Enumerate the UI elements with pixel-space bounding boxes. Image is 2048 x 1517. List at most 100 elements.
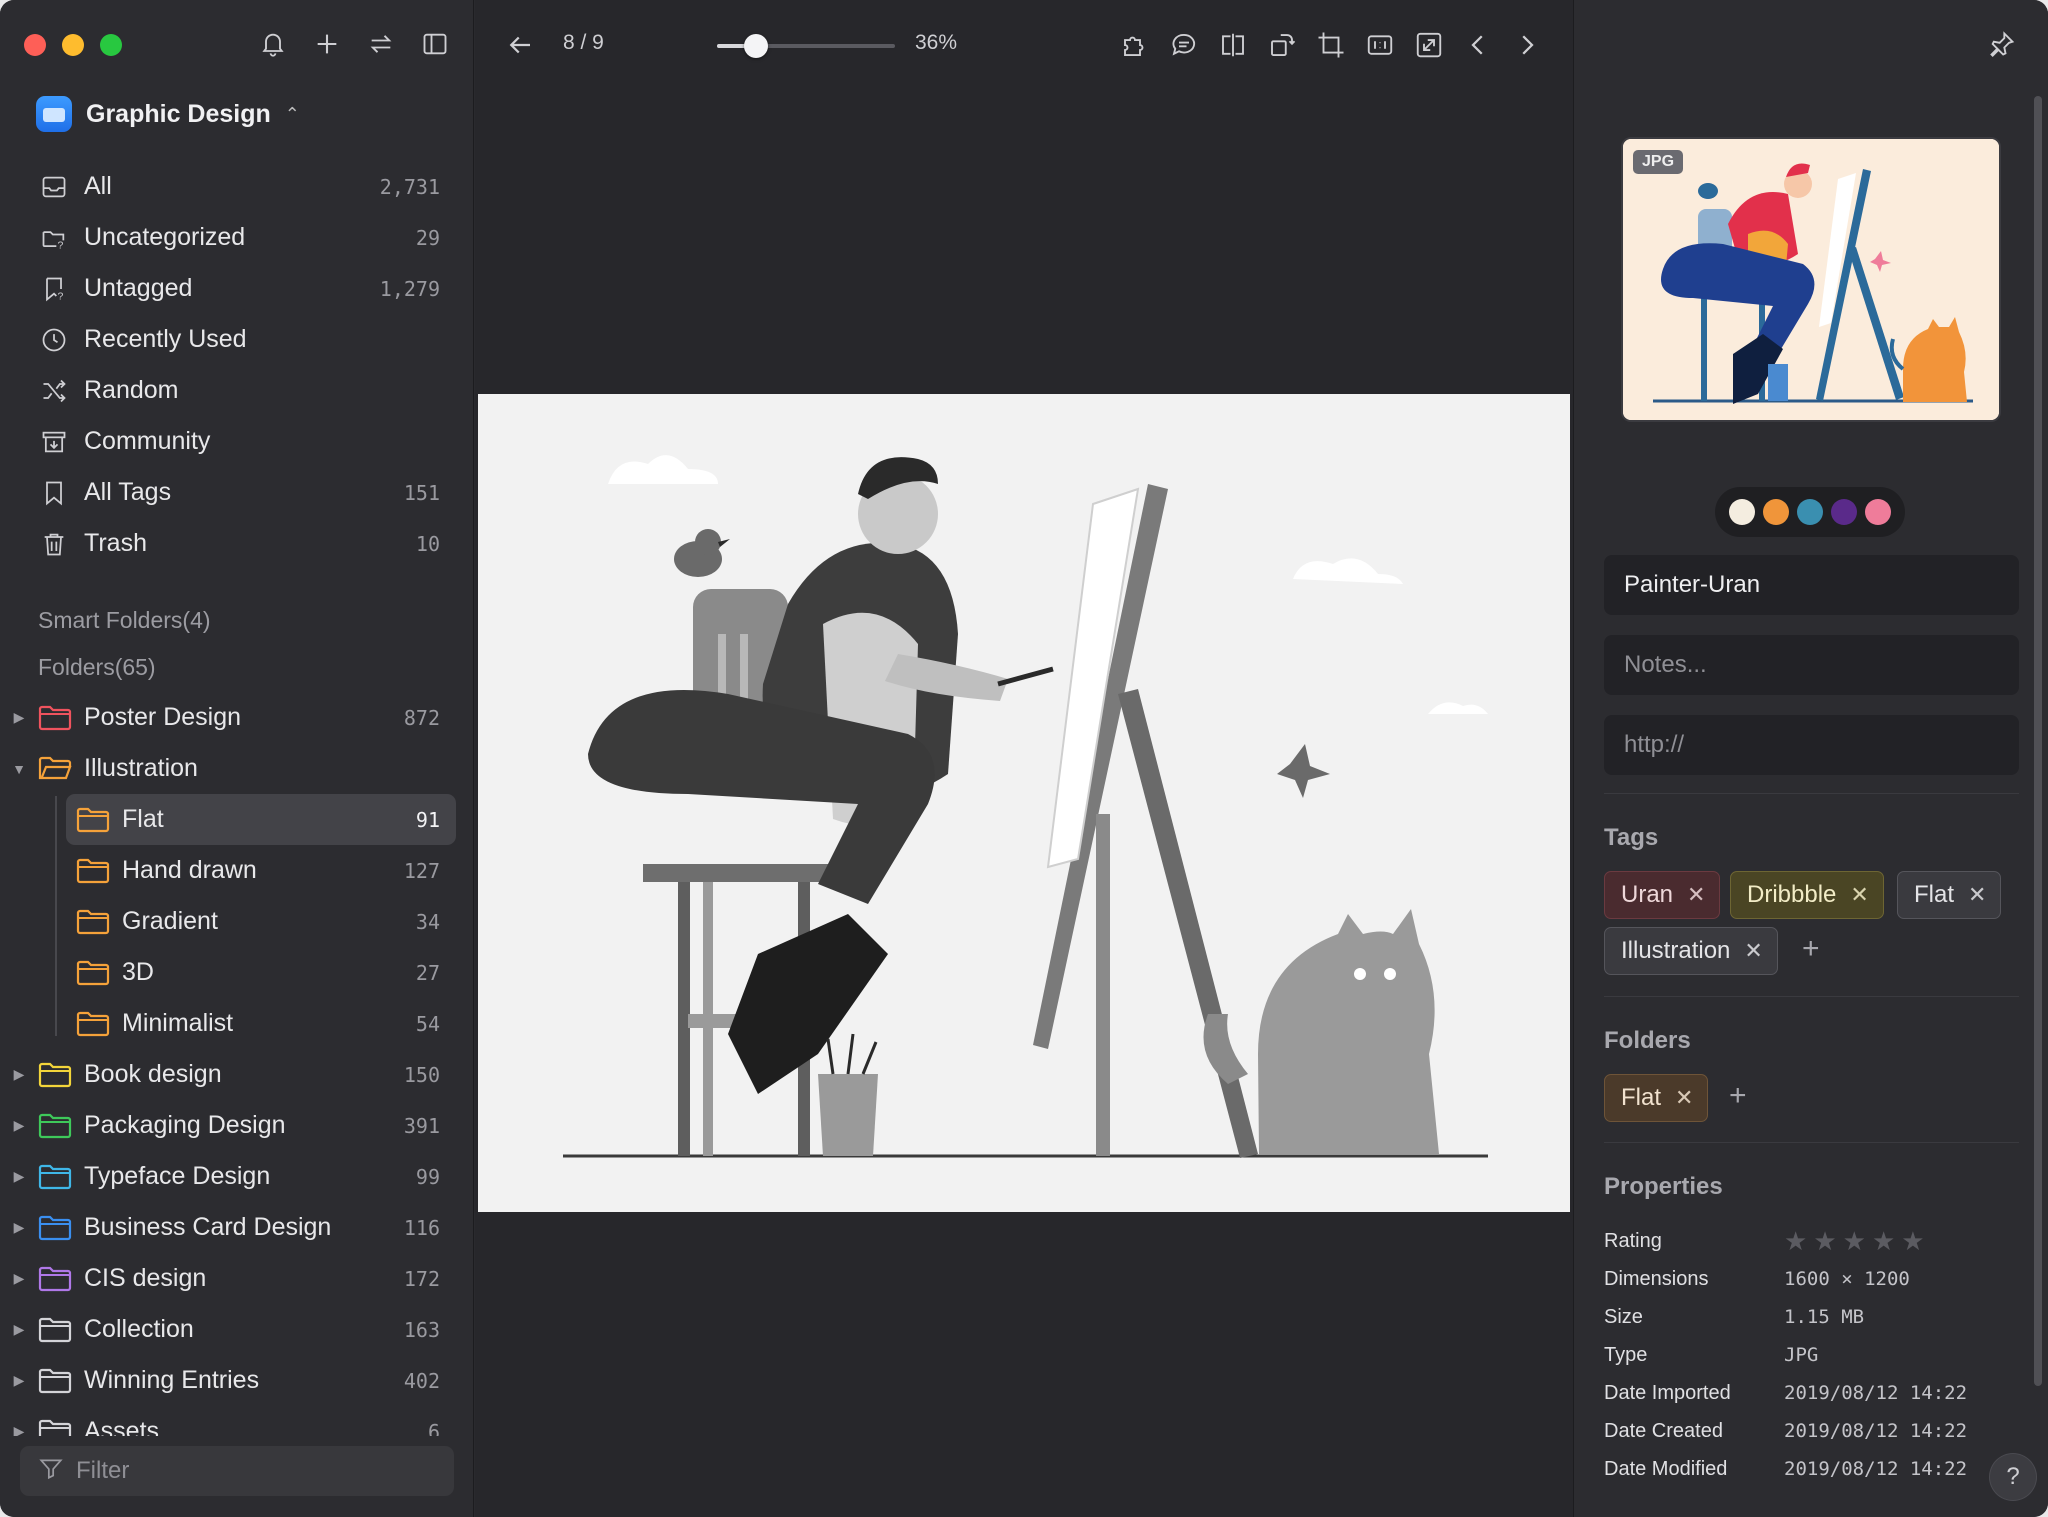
back-arrow-icon[interactable] [505, 30, 535, 65]
rating-stars[interactable]: ★ ★ ★ ★ ★ [1784, 1226, 1925, 1257]
folder-packaging-design[interactable]: ▶ Packaging Design 391 [0, 1100, 474, 1151]
tag-chip[interactable]: Uran ✕ [1604, 871, 1721, 919]
comment-icon[interactable] [1167, 28, 1200, 61]
folder-cis-design[interactable]: ▶ CIS design 172 [0, 1253, 474, 1304]
sidebar-item-uncategorized[interactable]: ? Uncategorized 29 [0, 212, 474, 263]
color-swatch[interactable] [1729, 499, 1755, 525]
color-swatch[interactable] [1865, 499, 1891, 525]
star-icon[interactable]: ★ [1901, 1226, 1924, 1257]
folder-winning-entries[interactable]: ▶ Winning Entries 402 [0, 1355, 474, 1406]
disclosure-triangle-icon[interactable]: ▶ [0, 1219, 38, 1236]
add-folder-icon[interactable]: + [1729, 1079, 1747, 1113]
library-switcher[interactable]: Graphic Design ⌃ [36, 96, 300, 132]
tag-chip[interactable]: Dribbble ✕ [1730, 871, 1884, 919]
folder-minimalist[interactable]: Minimalist 54 [0, 998, 474, 1049]
remove-tag-icon[interactable]: ✕ [1687, 882, 1705, 908]
prop-dimensions: Dimensions 1600 × 1200 [1604, 1267, 1910, 1291]
crop-icon[interactable] [1314, 28, 1347, 61]
tags-heading: Tags [1604, 824, 1659, 851]
sidebar-item-all-tags[interactable]: All Tags 151 [0, 467, 474, 518]
svg-text:?: ? [58, 290, 64, 302]
sidebar-item-community[interactable]: Community [0, 416, 474, 467]
plugin-puzzle-icon[interactable] [1118, 28, 1151, 61]
folder-assets[interactable]: ▶ Assets 6 [0, 1406, 474, 1436]
pin-icon[interactable] [1988, 30, 2016, 63]
zoom-window-button[interactable] [100, 34, 122, 56]
actual-size-icon[interactable] [1363, 28, 1396, 61]
disclosure-triangle-icon[interactable]: ▶ [0, 1066, 38, 1083]
folder-icon [38, 1112, 72, 1140]
add-icon[interactable] [311, 28, 343, 60]
sidebar-item-all[interactable]: All 2,731 [0, 161, 474, 212]
color-swatch[interactable] [1763, 499, 1789, 525]
fit-screen-icon[interactable] [1412, 28, 1445, 61]
folder-icon [38, 1214, 72, 1242]
add-tag-icon[interactable]: + [1802, 932, 1820, 966]
folder-collection[interactable]: ▶ Collection 163 [0, 1304, 474, 1355]
chevron-right-icon[interactable] [1510, 28, 1543, 61]
sidebar-item-random[interactable]: Random [0, 365, 474, 416]
remove-tag-icon[interactable]: ✕ [1744, 938, 1762, 964]
url-field[interactable]: http:// [1604, 715, 2019, 775]
disclosure-triangle-icon[interactable]: ▶ [0, 1321, 38, 1338]
folder-business-card-design[interactable]: ▶ Business Card Design 116 [0, 1202, 474, 1253]
remove-tag-icon[interactable]: ✕ [1968, 882, 1986, 908]
inspector-scrollbar[interactable] [2034, 96, 2042, 1386]
sidebar-toggle-icon[interactable] [419, 28, 451, 60]
folder-flat[interactable]: Flat 91 [66, 794, 456, 845]
prop-date-created: Date Created 2019/08/12 14:22 [1604, 1419, 1968, 1443]
folder-book-design[interactable]: ▶ Book design 150 [0, 1049, 474, 1100]
disclosure-triangle-icon[interactable]: ▶ [0, 1117, 38, 1134]
sidebar-item-trash[interactable]: Trash 10 [0, 518, 474, 569]
folder-open-icon [38, 755, 72, 783]
zoom-slider-thumb[interactable] [744, 34, 769, 58]
disclosure-triangle-icon[interactable]: ▶ [0, 709, 38, 726]
zoom-slider[interactable] [717, 34, 895, 58]
folder-typeface-design[interactable]: ▶ Typeface Design 99 [0, 1151, 474, 1202]
sidebar: Graphic Design ⌃ All 2,731 ? Uncategoriz… [0, 0, 474, 1517]
tag-chip[interactable]: Illustration ✕ [1604, 927, 1778, 975]
folder-icon [38, 1367, 72, 1395]
compare-split-icon[interactable] [1216, 28, 1249, 61]
bell-icon[interactable] [257, 28, 289, 60]
folder-hand-drawn[interactable]: Hand drawn 127 [0, 845, 474, 896]
disclosure-triangle-icon[interactable]: ▶ [0, 1372, 38, 1389]
folders-header[interactable]: Folders(65) [38, 654, 156, 681]
disclosure-triangle-icon[interactable]: ▶ [0, 1168, 38, 1185]
preview-image[interactable] [478, 394, 1570, 1212]
tag-chip[interactable]: Flat ✕ [1897, 871, 2002, 919]
rotate-icon[interactable] [1265, 28, 1298, 61]
sidebar-item-untagged[interactable]: ? Untagged 1,279 [0, 263, 474, 314]
close-window-button[interactable] [24, 34, 46, 56]
disclosure-triangle-open-icon[interactable]: ▼ [0, 761, 38, 777]
color-swatch[interactable] [1831, 499, 1857, 525]
star-icon[interactable]: ★ [1784, 1226, 1807, 1257]
notes-field[interactable]: Notes... [1604, 635, 2019, 695]
chevron-left-icon[interactable] [1461, 28, 1494, 61]
image-thumbnail[interactable]: JPG [1623, 139, 1999, 420]
folder-gradient[interactable]: Gradient 34 [0, 896, 474, 947]
star-icon[interactable]: ★ [1813, 1226, 1836, 1257]
minimize-window-button[interactable] [62, 34, 84, 56]
folder-3d[interactable]: 3D 27 [0, 947, 474, 998]
name-field[interactable]: Painter-Uran [1604, 555, 2019, 615]
smart-folders-header[interactable]: Smart Folders(4) [38, 607, 211, 634]
filter-input[interactable]: Filter [20, 1446, 454, 1496]
sidebar-item-recently-used[interactable]: Recently Used [0, 314, 474, 365]
folder-chip[interactable]: Flat ✕ [1604, 1074, 1709, 1122]
remove-folder-icon[interactable]: ✕ [1675, 1085, 1693, 1111]
sync-arrows-icon[interactable] [365, 28, 397, 60]
folder-icon [76, 959, 110, 987]
disclosure-triangle-icon[interactable]: ▶ [0, 1423, 38, 1436]
folder-poster-design[interactable]: ▶ Poster Design 872 [0, 692, 474, 743]
help-button[interactable]: ? [1990, 1454, 2036, 1500]
color-swatch[interactable] [1797, 499, 1823, 525]
remove-tag-icon[interactable]: ✕ [1850, 882, 1868, 908]
star-icon[interactable]: ★ [1843, 1226, 1866, 1257]
funnel-icon [38, 1455, 64, 1488]
image-viewer: 8 / 9 36% [475, 0, 1573, 1517]
viewer-toolbar: 8 / 9 36% [475, 0, 1573, 90]
star-icon[interactable]: ★ [1872, 1226, 1895, 1257]
disclosure-triangle-icon[interactable]: ▶ [0, 1270, 38, 1287]
folder-illustration[interactable]: ▼ Illustration [0, 743, 474, 794]
